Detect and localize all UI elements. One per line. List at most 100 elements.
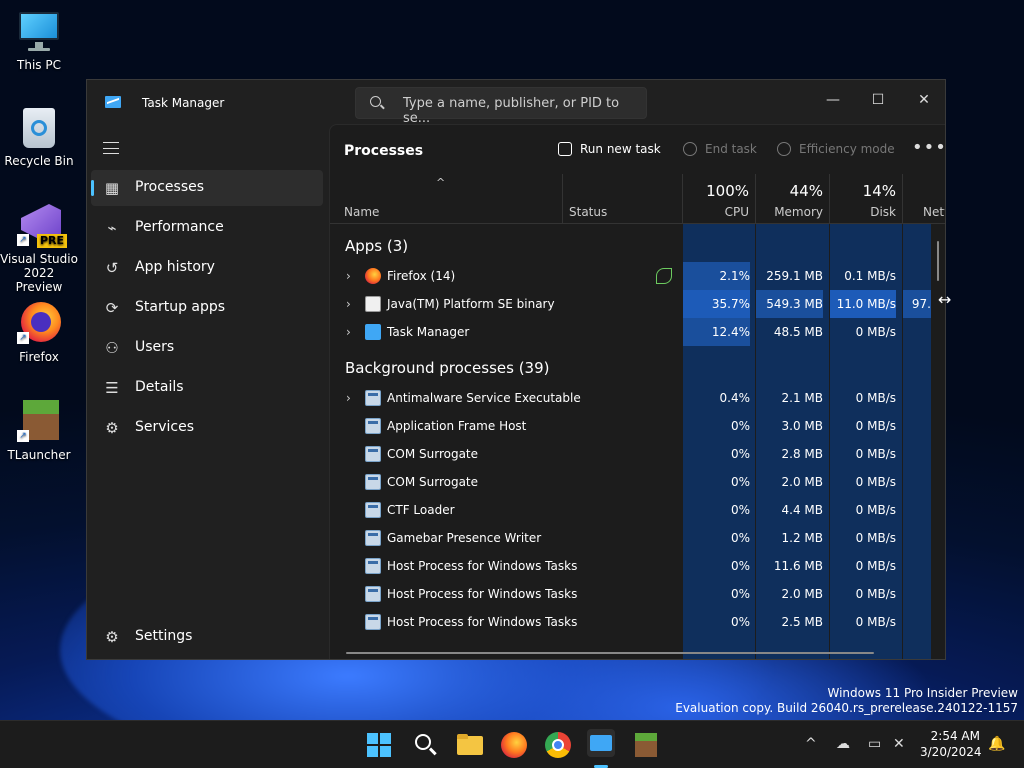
process-row[interactable]: Host Process for Windows Tasks 0% 2.0 MB…	[330, 580, 930, 608]
section-header-background-processes: Background processes (39)	[345, 359, 550, 377]
cell-memory: 2.5 MB	[781, 615, 823, 629]
expand-chevron-icon[interactable]: ›	[346, 297, 351, 311]
process-row[interactable]: Host Process for Windows Tasks 0% 11.6 M…	[330, 552, 930, 580]
cell-disk: 0 MB/s	[855, 475, 896, 489]
clock[interactable]: 2:54 AM 3/20/2024	[920, 728, 982, 760]
cell-memory: 48.5 MB	[773, 325, 823, 339]
column-header-memory[interactable]: 44% Memory	[756, 174, 830, 224]
volume-muted-icon[interactable]: ✕	[893, 736, 905, 752]
cell-cpu: 0%	[730, 447, 750, 461]
expand-chevron-icon[interactable]: ›	[346, 269, 351, 283]
process-icon	[365, 614, 381, 630]
shortcut-arrow-icon: ↗	[17, 430, 29, 442]
process-row[interactable]: Gamebar Presence Writer 0% 1.2 MB 0 MB/s	[330, 524, 930, 552]
run-new-task-button[interactable]: Run new task	[558, 142, 661, 156]
sidebar-item-settings[interactable]: ⚙ Settings	[91, 619, 323, 655]
cell-disk: 0.1 MB/s	[844, 269, 896, 283]
process-row[interactable]: COM Surrogate 0% 2.8 MB 0 MB/s	[330, 440, 930, 468]
process-row[interactable]: › Task Manager 12.4% 48.5 MB 0 MB/s	[330, 318, 930, 346]
file-explorer-button[interactable]	[456, 731, 484, 759]
title-bar[interactable]: Task Manager Type a name, publisher, or …	[87, 80, 945, 126]
process-icon	[365, 558, 381, 574]
process-row[interactable]: COM Surrogate 0% 2.0 MB 0 MB/s	[330, 468, 930, 496]
cell-cpu: 0%	[730, 615, 750, 629]
cell-disk: 0 MB/s	[855, 587, 896, 601]
cell-cpu: 2.1%	[683, 262, 750, 290]
sidebar-item-startup-apps[interactable]: ⟳ Startup apps	[91, 290, 323, 326]
sidebar-item-services[interactable]: ⚙ Services	[91, 410, 323, 446]
cell-memory: 2.0 MB	[781, 587, 823, 601]
process-row[interactable]: › Antimalware Service Executable 0.4% 2.…	[330, 384, 930, 412]
process-row[interactable]: CTF Loader 0% 4.4 MB 0 MB/s	[330, 496, 930, 524]
show-hidden-icons-chevron-icon[interactable]: ^	[805, 736, 817, 752]
sidebar-item-users[interactable]: ⚇ Users	[91, 330, 323, 366]
column-header-disk[interactable]: 14% Disk	[830, 174, 903, 224]
cell-memory: 2.1 MB	[781, 391, 823, 405]
process-icon	[365, 390, 381, 406]
preview-badge: PRE	[37, 234, 68, 248]
cell-cpu: 0%	[730, 503, 750, 517]
search-box[interactable]: Type a name, publisher, or PID to se...	[355, 87, 647, 126]
task-manager-icon	[590, 735, 612, 751]
build-watermark: Windows 11 Pro Insider Preview Evaluatio…	[675, 686, 1018, 715]
cell-memory: 1.2 MB	[781, 531, 823, 545]
horizontal-scrollbar[interactable]	[346, 652, 874, 654]
search-button[interactable]	[412, 731, 440, 759]
cell-disk: 0 MB/s	[855, 391, 896, 405]
close-button[interactable]: ✕	[901, 86, 945, 114]
end-task-icon	[683, 142, 697, 156]
desktop-icon-tlauncher[interactable]: ↗ TLauncher	[0, 400, 78, 462]
process-row[interactable]: Host Process for Windows Tasks 0% 2.5 MB…	[330, 608, 930, 636]
expand-chevron-icon[interactable]: ›	[346, 325, 351, 339]
end-task-button[interactable]: End task	[683, 142, 757, 156]
chrome-taskbar-button[interactable]	[544, 731, 572, 759]
sidebar-item-processes[interactable]: ▦ Processes	[91, 170, 323, 206]
column-header-name[interactable]: Name	[330, 174, 563, 224]
task-manager-logo-icon	[105, 96, 121, 108]
process-row[interactable]: Application Frame Host 0% 3.0 MB 0 MB/s	[330, 412, 930, 440]
network-icon[interactable]: ▭	[868, 736, 881, 752]
column-header-network[interactable]: Netw	[903, 174, 945, 224]
sidebar-item-app-history[interactable]: ↺ App history	[91, 250, 323, 286]
process-row[interactable]: › Java(TM) Platform SE binary 35.7% 549.…	[330, 290, 931, 318]
sidebar-item-details[interactable]: ☰ Details	[91, 370, 323, 406]
process-row[interactable]: › Firefox (14) 2.1% 259.1 MB 0.1 MB/s	[330, 262, 930, 290]
settings-gear-icon: ⚙	[105, 628, 119, 646]
vertical-scrollbar[interactable]	[937, 241, 939, 281]
task-manager-taskbar-button[interactable]	[587, 729, 615, 757]
cell-disk: 0 MB/s	[855, 615, 896, 629]
column-header-status[interactable]: Status	[563, 174, 683, 224]
desktop-icon-recycle-bin[interactable]: Recycle Bin	[0, 106, 78, 168]
cell-cpu: 0.4%	[719, 391, 751, 405]
firefox-icon	[365, 268, 381, 284]
firefox-icon: ↗	[17, 302, 61, 346]
minimize-button[interactable]: —	[810, 86, 856, 114]
column-header-cpu[interactable]: 100% CPU	[683, 174, 756, 224]
desktop-icon-visual-studio[interactable]: PRE ↗ Visual Studio 2022 Preview	[0, 204, 78, 294]
maximize-button[interactable]: ☐	[855, 86, 901, 114]
cell-disk: 0 MB/s	[855, 503, 896, 517]
hamburger-menu-icon[interactable]	[103, 142, 119, 154]
cell-disk: 11.0 MB/s	[830, 290, 896, 318]
expand-chevron-icon[interactable]: ›	[346, 391, 351, 405]
process-icon	[365, 418, 381, 434]
processes-pane: Processes Run new task End task Efficien…	[329, 124, 945, 659]
efficiency-mode-button[interactable]: Efficiency mode	[777, 142, 895, 156]
sidebar-item-performance[interactable]: ⌁ Performance	[91, 210, 323, 246]
desktop-icon-firefox[interactable]: ↗ Firefox	[0, 302, 78, 364]
search-placeholder[interactable]: Type a name, publisher, or PID to se...	[403, 96, 646, 126]
desktop-icon-this-pc[interactable]: This PC	[0, 10, 78, 72]
notification-bell-icon[interactable]: 🔔	[988, 736, 1005, 752]
cell-disk: 0 MB/s	[855, 325, 896, 339]
firefox-taskbar-button[interactable]	[500, 731, 528, 759]
cell-disk: 0 MB/s	[855, 419, 896, 433]
cell-memory: 2.0 MB	[781, 475, 823, 489]
details-icon: ☰	[105, 379, 119, 397]
start-button[interactable]	[367, 733, 391, 757]
cell-cpu: 35.7%	[683, 290, 750, 318]
more-options-button[interactable]: •••	[912, 137, 945, 158]
onedrive-cloud-icon[interactable]: ☁	[836, 736, 850, 752]
task-manager-icon	[365, 324, 381, 340]
process-icon	[365, 530, 381, 546]
tlauncher-taskbar-button[interactable]	[632, 731, 660, 759]
